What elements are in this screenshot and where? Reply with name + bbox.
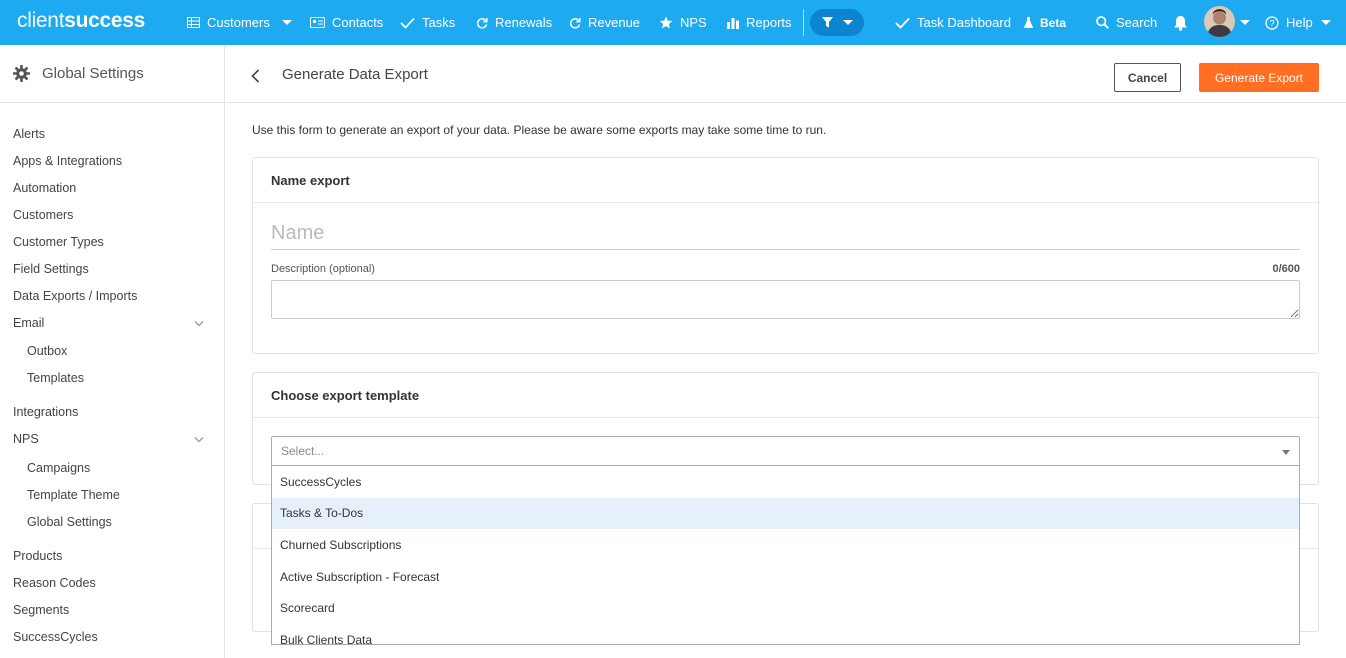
template-option-highlighted[interactable]: Tasks & To-Dos [272, 497, 1299, 530]
filter-icon [821, 17, 833, 28]
select-placeholder: Select... [281, 444, 325, 458]
page-title: Generate Data Export [282, 66, 428, 83]
sidebar-item-automation[interactable]: Automation [13, 181, 76, 195]
template-option[interactable]: Active Subscription - Forecast [272, 561, 1299, 593]
star-icon [659, 16, 673, 29]
nav-customers[interactable]: Customers [187, 0, 270, 45]
user-avatar[interactable] [1204, 6, 1235, 37]
export-template-heading: Choose export template [253, 373, 1318, 418]
customers-dropdown-toggle[interactable] [282, 0, 292, 45]
flask-icon [1024, 17, 1033, 28]
sidebar-item-email[interactable]: Email [13, 316, 44, 330]
sidebar-item-outbox[interactable]: Outbox [27, 344, 67, 358]
sidebar-item-alerts[interactable]: Alerts [13, 127, 45, 141]
template-option[interactable]: Bulk Clients Data [272, 624, 1299, 644]
template-option[interactable]: Churned Subscriptions [272, 529, 1299, 561]
checkmark-icon [895, 17, 910, 29]
bar-chart-icon [727, 17, 739, 29]
user-menu-toggle[interactable] [1240, 0, 1250, 45]
cancel-button[interactable]: Cancel [1114, 63, 1181, 92]
sidebar-item-products[interactable]: Products [13, 549, 62, 563]
chevron-down-icon[interactable] [194, 320, 204, 327]
brand-logo[interactable]: clientsuccess [17, 9, 145, 33]
export-template-select[interactable]: Select... [271, 436, 1300, 466]
gear-icon [13, 65, 30, 82]
nav-task-dashboard[interactable]: Task Dashboard [895, 0, 1011, 45]
template-option[interactable]: Scorecard [272, 592, 1299, 624]
nav-search[interactable]: Search [1096, 0, 1157, 45]
refresh-icon [476, 17, 488, 29]
name-export-heading: Name export [253, 158, 1318, 203]
bell-icon [1174, 15, 1187, 31]
sidebar-item-nps[interactable]: NPS [13, 432, 39, 446]
svg-text:?: ? [1269, 18, 1274, 29]
nav-revenue[interactable]: Revenue [569, 0, 640, 45]
sidebar-title: Global Settings [42, 65, 144, 82]
sidebar-header: Global Settings [0, 45, 224, 103]
top-navigation: clientsuccess Customers Contacts Tasks R… [0, 0, 1346, 45]
sidebar-item-campaigns[interactable]: Campaigns [27, 461, 90, 475]
template-option[interactable]: SuccessCycles [272, 466, 1299, 498]
chevron-down-icon[interactable] [194, 436, 204, 443]
settings-sidebar: Global Settings Alerts Apps & Integratio… [0, 45, 225, 658]
nav-reports[interactable]: Reports [727, 0, 792, 45]
sidebar-item-data-exports-imports[interactable]: Data Exports / Imports [13, 289, 137, 303]
nav-nps[interactable]: NPS [659, 0, 707, 45]
chevron-down-icon [282, 20, 292, 25]
beta-link[interactable]: Beta [1024, 0, 1066, 45]
contact-card-icon [310, 17, 325, 28]
export-template-options: SuccessCycles Tasks & To-Dos Churned Sub… [271, 466, 1300, 645]
nav-tasks[interactable]: Tasks [400, 0, 455, 45]
description-label: Description (optional) [271, 263, 375, 275]
sidebar-item-reason-codes[interactable]: Reason Codes [13, 576, 96, 590]
filter-dropdown-button[interactable] [810, 9, 864, 36]
description-textarea[interactable] [271, 280, 1300, 319]
sidebar-item-field-settings[interactable]: Field Settings [13, 262, 89, 276]
page-header: Generate Data Export Cancel Generate Exp… [226, 45, 1346, 103]
nav-renewals[interactable]: Renewals [476, 0, 552, 45]
table-icon [187, 17, 200, 28]
chevron-down-icon [1240, 20, 1250, 25]
nav-contacts[interactable]: Contacts [310, 0, 383, 45]
sidebar-item-customer-types[interactable]: Customer Types [13, 235, 104, 249]
refresh-icon [569, 17, 581, 29]
sidebar-item-templates[interactable]: Templates [27, 371, 84, 385]
nav-divider [803, 9, 804, 36]
nav-help[interactable]: ? Help [1265, 0, 1331, 45]
caret-down-icon [1282, 450, 1290, 455]
sidebar-item-successcycles[interactable]: SuccessCycles [13, 630, 98, 644]
export-name-input[interactable] [271, 218, 1300, 250]
chevron-down-icon [1320, 20, 1331, 25]
description-char-count: 0/600 [1272, 263, 1300, 275]
sidebar-item-apps-integrations[interactable]: Apps & Integrations [13, 154, 122, 168]
sidebar-item-nps-global-settings[interactable]: Global Settings [27, 515, 112, 529]
help-circle-icon: ? [1265, 15, 1279, 30]
chevron-down-icon [842, 20, 853, 25]
search-icon [1096, 16, 1109, 29]
back-arrow-icon[interactable] [251, 69, 260, 83]
sidebar-item-customers[interactable]: Customers [13, 208, 73, 222]
intro-text: Use this form to generate an export of y… [252, 123, 827, 137]
sidebar-item-segments[interactable]: Segments [13, 603, 69, 617]
checkmark-icon [400, 17, 415, 29]
sidebar-item-template-theme[interactable]: Template Theme [27, 488, 120, 502]
user-photo [1204, 6, 1235, 37]
sidebar-item-integrations[interactable]: Integrations [13, 405, 78, 419]
notifications-button[interactable] [1173, 0, 1195, 45]
name-export-panel: Name export Description (optional) 0/600 [252, 157, 1319, 354]
generate-export-button[interactable]: Generate Export [1199, 63, 1319, 92]
